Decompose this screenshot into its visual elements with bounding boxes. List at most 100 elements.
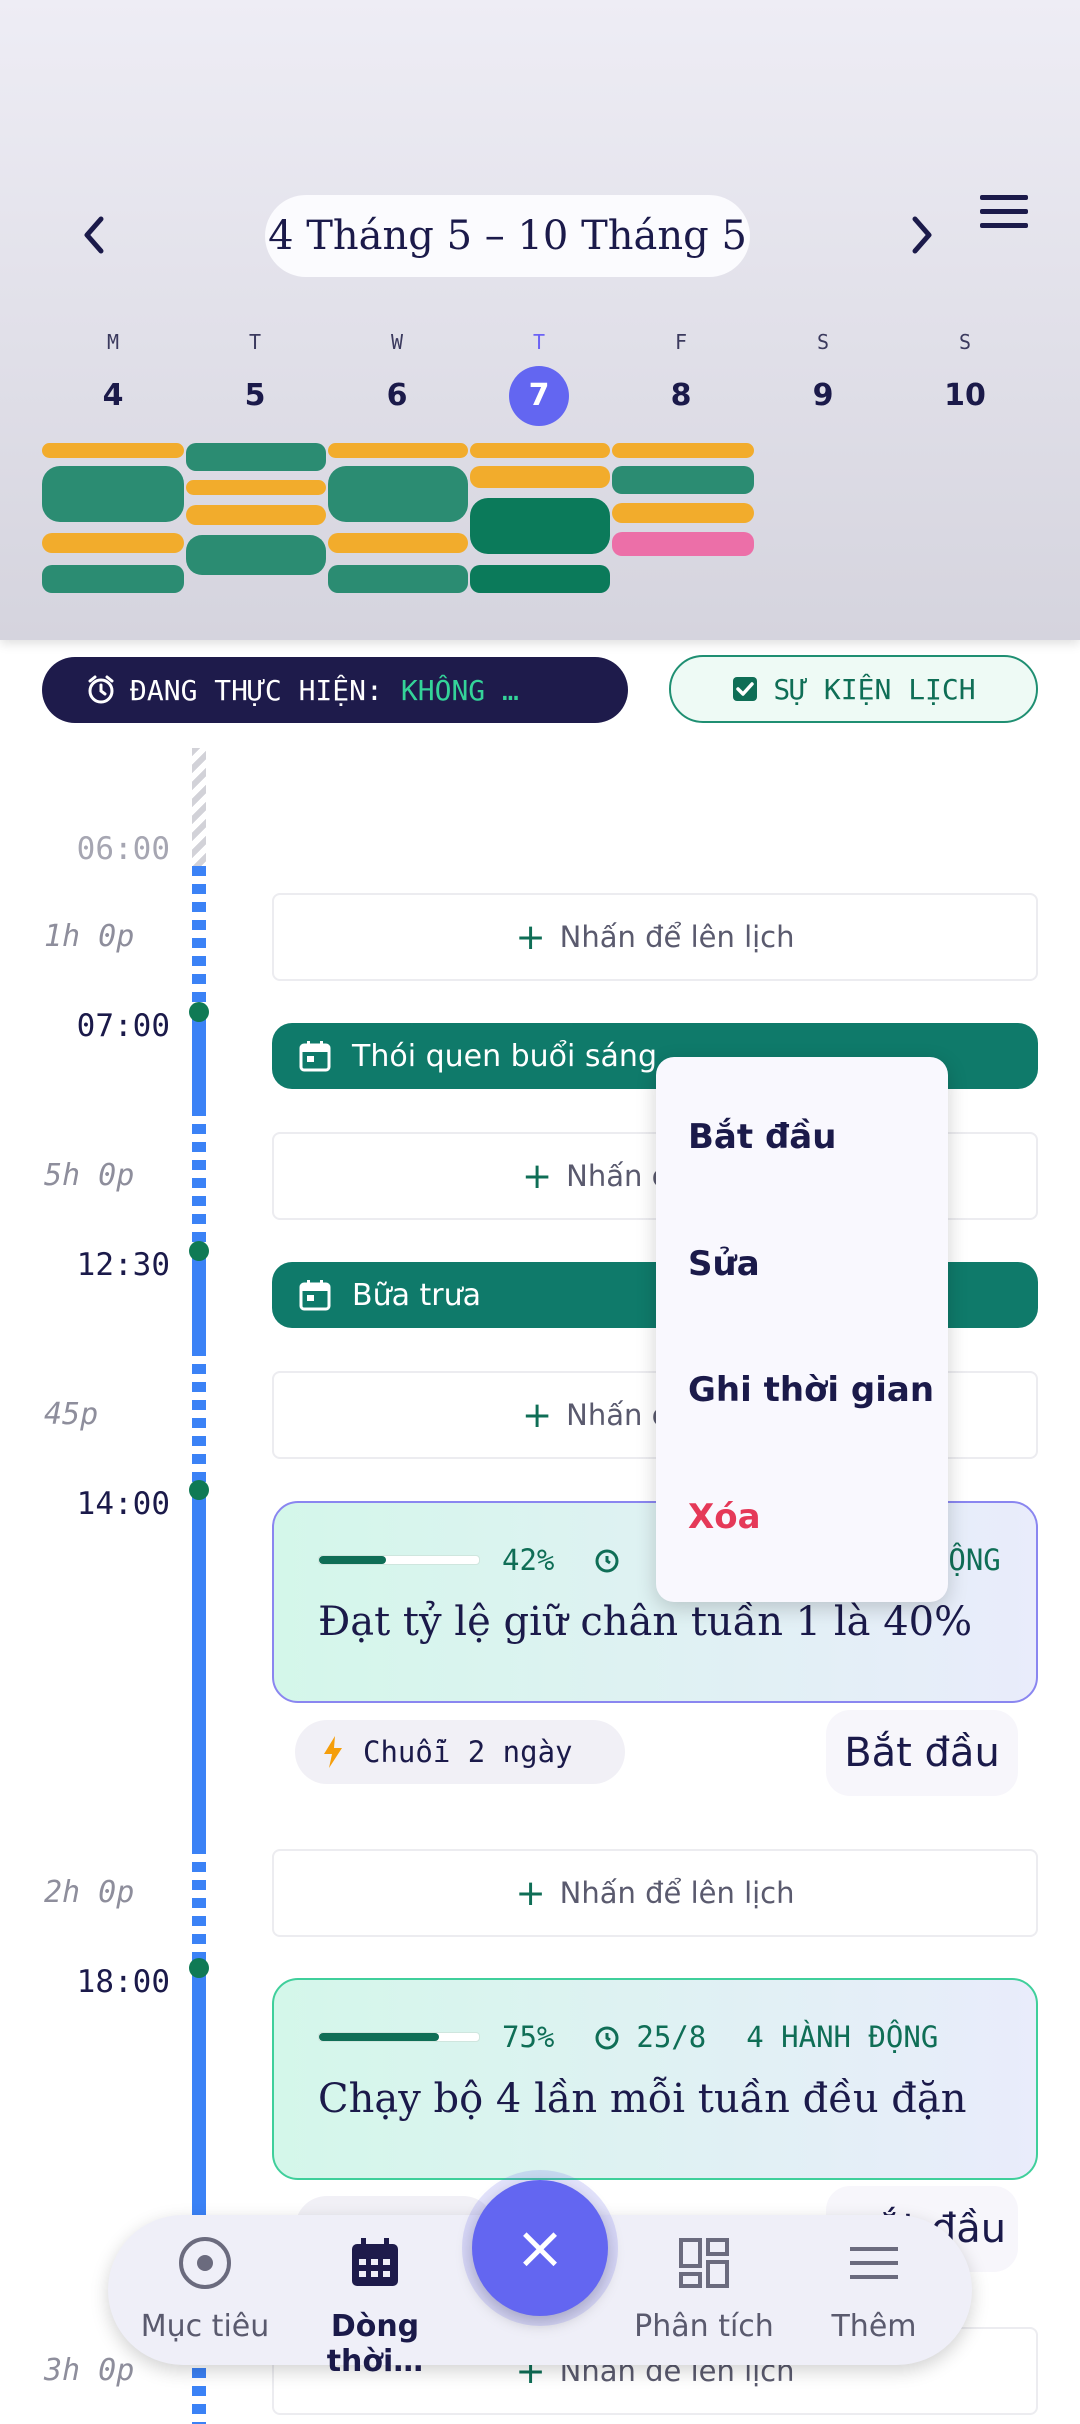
goal-progress-percent: 75% xyxy=(502,2020,555,2054)
timeline-rail-gap xyxy=(192,1844,206,1964)
day-of-week: W xyxy=(390,330,404,354)
alarm-icon xyxy=(595,1549,619,1573)
start-goal-label: Bắt đầu xyxy=(844,1730,1000,1776)
nav-analytics[interactable]: Phân tích xyxy=(624,2235,784,2344)
activity-bar xyxy=(470,565,610,593)
menu-item-delete[interactable]: Xóa xyxy=(688,1497,761,1537)
gap-duration: 3h 0p xyxy=(44,2353,135,2388)
goal-title: Đạt tỷ lệ giữ chân tuần 1 là 40% xyxy=(318,1599,973,1645)
day-of-week: F xyxy=(674,330,688,354)
goal-deadline: 25/8 xyxy=(636,2020,707,2054)
hamburger-icon-line xyxy=(980,209,1028,214)
activity-bar xyxy=(612,443,754,458)
goal-actions-count: 4 HÀNH ĐỘNG xyxy=(746,2020,939,2054)
current-activity-chip[interactable]: ĐANG THỰC HIỆN: KHÔNG … xyxy=(42,657,628,723)
day-wed[interactable]: W 6 xyxy=(326,330,468,426)
time-label: 07:00 xyxy=(76,1008,170,1044)
activity-bar xyxy=(470,443,610,458)
context-menu: Bắt đầu Sửa Ghi thời gian Xóa xyxy=(656,1057,948,1602)
schedule-slot-label: Nhấn để lên lịch xyxy=(559,920,795,954)
schedule-slot[interactable]: + Nhấn để lên lịch xyxy=(272,893,1038,981)
day-number: 7 xyxy=(509,366,569,426)
activity-bar xyxy=(470,498,610,554)
date-range-label: 4 Tháng 5 – 10 Tháng 5 xyxy=(268,213,747,259)
lightning-icon xyxy=(324,1736,342,1768)
nav-label: Dòng thời… xyxy=(326,2309,424,2379)
day-sun[interactable]: S 10 xyxy=(894,330,1036,426)
goal-progress-percent: 42% xyxy=(502,1543,555,1577)
nav-more[interactable]: Thêm xyxy=(794,2235,954,2344)
time-label: 12:30 xyxy=(76,1247,170,1283)
activity-bar xyxy=(328,565,468,593)
calendar-events-toggle[interactable]: SỰ KIỆN LỊCH xyxy=(669,655,1038,723)
timeline-rail-gap xyxy=(192,1346,206,1486)
calendar-icon xyxy=(299,1041,331,1072)
calendar-icon xyxy=(352,2238,398,2286)
alarm-icon xyxy=(88,675,114,704)
alarm-icon xyxy=(595,2026,619,2050)
nav-goals[interactable]: Mục tiêu xyxy=(125,2235,285,2344)
activity-bar xyxy=(612,466,754,494)
day-number: 9 xyxy=(812,378,834,413)
day-tue[interactable]: T 5 xyxy=(184,330,326,426)
week-header: 4 Tháng 5 – 10 Tháng 5 M 4 T 5 W 6 T 7 F… xyxy=(0,0,1080,640)
timeline-rail-event xyxy=(192,1964,206,2224)
prev-week-button[interactable] xyxy=(64,205,124,265)
schedule-slot[interactable]: + Nhấn để lên lịch xyxy=(272,1849,1038,1937)
menu-item-log-time[interactable]: Ghi thời gian xyxy=(688,1370,934,1410)
day-of-week: S xyxy=(816,330,830,354)
timeline-dot xyxy=(189,1241,209,1261)
close-icon: × xyxy=(514,2213,566,2283)
current-activity-value: KHÔNG … xyxy=(400,673,519,707)
goal-title: Chạy bộ 4 lần mỗi tuần đều đặn xyxy=(318,2076,967,2122)
event-title: Bữa trưa xyxy=(352,1277,482,1313)
next-week-button[interactable] xyxy=(892,205,952,265)
activity-bar xyxy=(186,535,326,575)
timeline-rail-gap xyxy=(192,866,206,1006)
day-number: 6 xyxy=(386,378,408,413)
start-goal-button[interactable]: Bắt đầu xyxy=(826,1710,1018,1796)
plus-icon: + xyxy=(515,916,546,958)
gap-duration: 5h 0p xyxy=(44,1158,135,1193)
timeline-rail-event xyxy=(192,1246,206,1346)
day-of-week: S xyxy=(958,330,972,354)
plus-icon: + xyxy=(515,1872,546,1914)
close-fab-button[interactable]: × xyxy=(472,2180,608,2316)
nav-timeline[interactable]: Dòng thời… xyxy=(295,2235,455,2379)
activity-bar xyxy=(328,533,468,553)
hamburger-icon xyxy=(850,2247,898,2279)
activity-bar xyxy=(470,466,610,488)
day-thu-today[interactable]: T 7 xyxy=(468,330,610,426)
calendar-icon xyxy=(299,1280,331,1311)
hamburger-icon-line xyxy=(980,223,1028,228)
goal-progress-fill xyxy=(319,1556,387,1564)
menu-item-edit[interactable]: Sửa xyxy=(688,1244,760,1284)
chevron-right-icon xyxy=(912,216,932,254)
activity-bar xyxy=(328,443,468,458)
timeline-dot xyxy=(189,1958,209,1978)
activity-bar xyxy=(42,443,184,458)
checkbox-checked-icon xyxy=(733,677,758,701)
menu-button[interactable] xyxy=(980,195,1036,235)
goal-progress-bar xyxy=(318,2032,480,2042)
goal-card[interactable]: 75% 25/8 4 HÀNH ĐỘNG Chạy bộ 4 lần mỗi t… xyxy=(272,1978,1038,2180)
activity-bar xyxy=(186,480,326,495)
chevron-left-icon xyxy=(84,216,104,254)
hamburger-icon xyxy=(980,195,1028,200)
day-sat[interactable]: S 9 xyxy=(752,330,894,426)
day-number: 8 xyxy=(670,378,692,413)
timeline-rail-event xyxy=(192,1486,206,1844)
time-label: 18:00 xyxy=(76,1964,170,2000)
nav-label: Phân tích xyxy=(634,2309,774,2344)
day-of-week: T xyxy=(248,330,262,354)
activity-bar xyxy=(328,466,468,522)
day-mon[interactable]: M 4 xyxy=(42,330,184,426)
nav-label: Thêm xyxy=(831,2309,917,2344)
day-number: 4 xyxy=(102,378,124,413)
menu-item-start[interactable]: Bắt đầu xyxy=(688,1117,836,1157)
day-number: 10 xyxy=(944,378,986,413)
date-range-pill[interactable]: 4 Tháng 5 – 10 Tháng 5 xyxy=(265,195,750,277)
streak-label: Chuỗi 2 ngày xyxy=(363,1735,573,1769)
target-icon xyxy=(179,2237,231,2289)
day-fri[interactable]: F 8 xyxy=(610,330,752,426)
